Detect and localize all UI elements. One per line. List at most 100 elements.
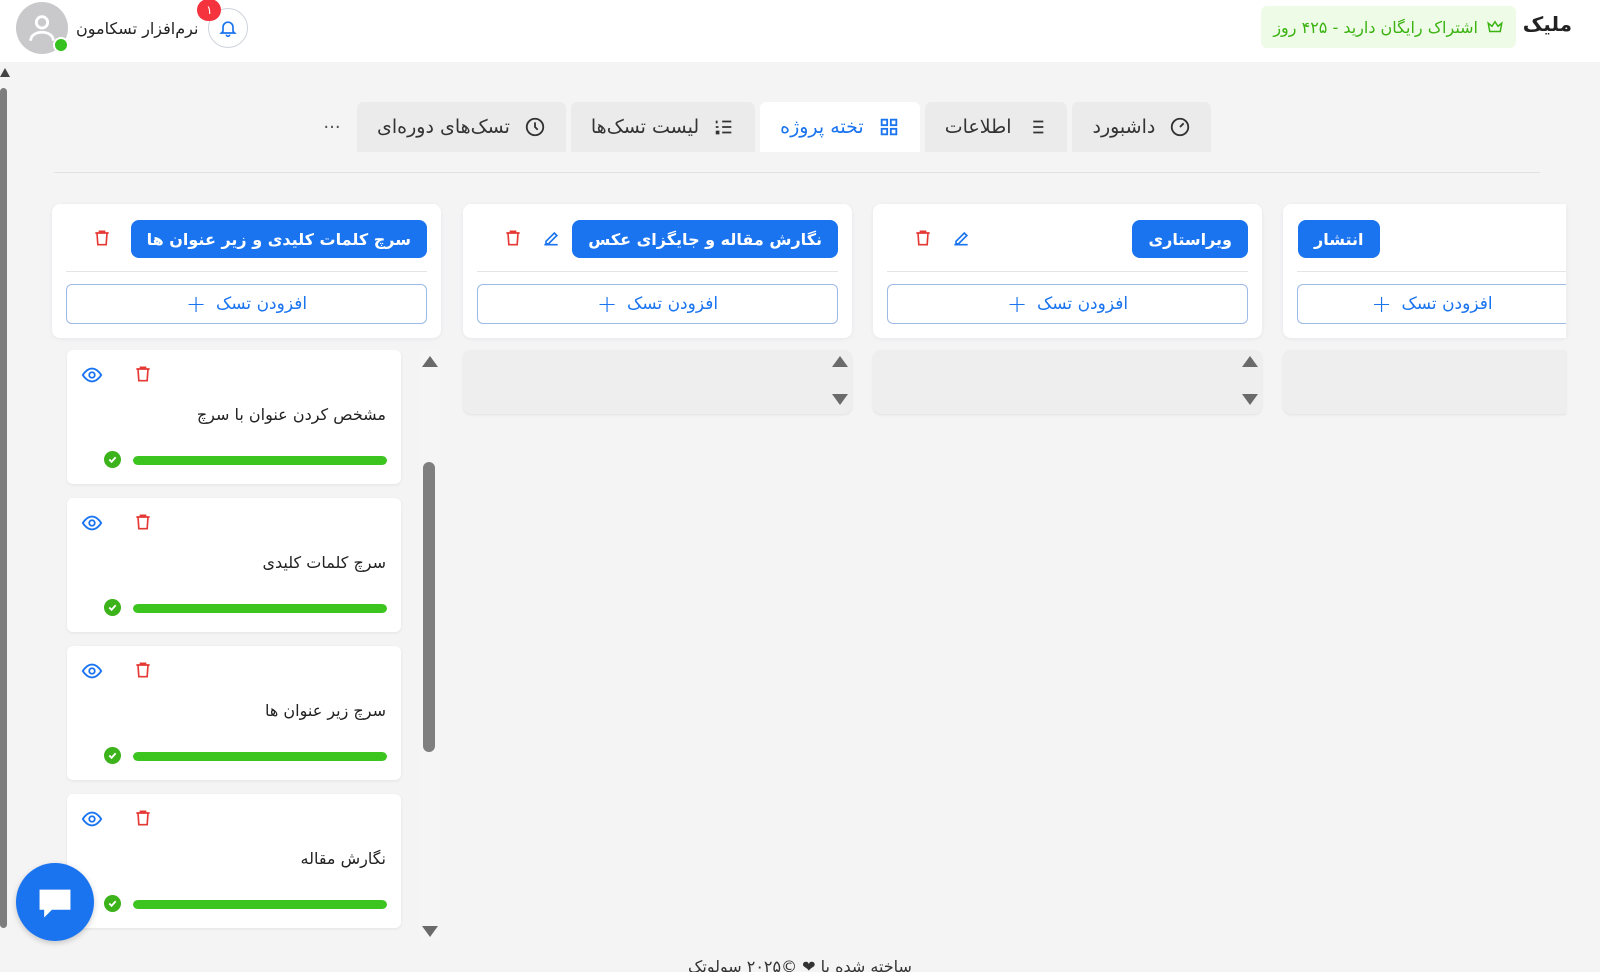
- scroll-up-arrow[interactable]: [422, 356, 438, 367]
- task-title: مشخص کردن عنوان با سرچ: [196, 405, 386, 424]
- add-task-button[interactable]: افزودن تسک +: [887, 284, 1248, 324]
- add-task-label: افزودن تسک: [216, 294, 308, 314]
- column-divider: [887, 271, 1248, 272]
- eye-icon[interactable]: [81, 808, 103, 830]
- task-card[interactable]: نگارش مقاله: [67, 794, 401, 928]
- board-column: ویراستاری افزودن تسک +: [873, 204, 1262, 338]
- scroll-down-arrow[interactable]: [1242, 394, 1258, 405]
- tab-project-board[interactable]: تخته پروژه: [760, 102, 920, 152]
- check-circle-icon: [104, 599, 121, 616]
- list-icon: [1029, 120, 1044, 134]
- column-title: انتشار: [1298, 220, 1380, 258]
- eye-icon[interactable]: [81, 660, 103, 682]
- tab-recurring-tasks[interactable]: تسک‌های دوره‌ای: [357, 102, 566, 152]
- column-divider: [1297, 271, 1566, 272]
- subscription-text: اشتراک رایگان دارید - ۴۲۵ روز: [1273, 17, 1478, 37]
- add-task-label: افزودن تسک: [627, 294, 719, 314]
- board-column: سرچ کلمات کلیدی و زیر عنوان ها افزودن تس…: [52, 204, 441, 338]
- avatar[interactable]: [16, 2, 69, 54]
- column-actions: [913, 228, 971, 248]
- bell-icon: [219, 21, 238, 38]
- progress-fill: [133, 604, 387, 613]
- column-task-area: [873, 350, 1262, 414]
- edit-column-icon[interactable]: [951, 228, 971, 248]
- trash-icon[interactable]: [133, 660, 153, 680]
- board-column: انتشار افزودن تسک +: [1283, 204, 1566, 338]
- check-circle-icon: [104, 895, 121, 912]
- tab-info[interactable]: اطلاعات: [924, 102, 1068, 152]
- tab-label: تسک‌های دوره‌ای: [377, 116, 510, 138]
- scroll-down-arrow[interactable]: [422, 926, 438, 937]
- page-scrollbar[interactable]: [0, 88, 7, 928]
- tab-label: داشبورد: [1092, 116, 1156, 138]
- chat-bubble-icon: [39, 889, 71, 918]
- delete-column-icon[interactable]: [503, 228, 523, 248]
- progress-fill: [133, 752, 387, 761]
- check-circle-icon: [104, 747, 121, 764]
- tab-label: اطلاعات: [944, 116, 1012, 138]
- top-header: ملیک اشتراک رایگان دارید - ۴۲۵ روز نرم‌ا…: [0, 0, 1600, 62]
- progress-fill: [133, 456, 387, 465]
- tabs-divider: [54, 172, 1540, 173]
- footer-credits: ساخته شده با ❤ ©۲۰۲۵ سولوتک: [688, 957, 912, 972]
- task-progress-bar: [133, 604, 387, 613]
- task-card[interactable]: مشخص کردن عنوان با سرچ: [67, 350, 401, 484]
- subscription-badge[interactable]: اشتراک رایگان دارید - ۴۲۵ روز: [1261, 6, 1516, 48]
- user-name: نرم‌افزار تسکامون: [76, 18, 199, 38]
- column-task-area: [463, 350, 852, 414]
- eye-icon[interactable]: [81, 364, 103, 386]
- scroll-down-arrow[interactable]: [832, 394, 848, 405]
- column-actions: [503, 228, 561, 248]
- add-task-button[interactable]: افزودن تسک +: [1297, 284, 1566, 324]
- crown-icon: [1487, 20, 1503, 33]
- gauge-icon: [1171, 117, 1190, 137]
- plus-icon: +: [1371, 290, 1392, 318]
- page-scroll-up-arrow[interactable]: [0, 68, 10, 77]
- trash-icon[interactable]: [133, 512, 153, 532]
- tab-dashboard[interactable]: داشبورد: [1072, 102, 1212, 152]
- chat-support-button[interactable]: [16, 863, 94, 941]
- grid-icon: [880, 118, 897, 136]
- progress-fill: [133, 900, 387, 909]
- edit-column-icon[interactable]: [541, 228, 561, 248]
- plus-icon: +: [185, 290, 207, 318]
- column-title: نگارش مقاله و جایگزای عکس: [572, 220, 838, 258]
- online-status-dot: [53, 37, 69, 53]
- trash-icon[interactable]: [133, 808, 153, 828]
- trash-icon[interactable]: [133, 364, 153, 384]
- task-card[interactable]: سرچ کلمات کلیدی: [67, 498, 401, 632]
- delete-column-icon[interactable]: [92, 228, 112, 248]
- plus-icon: +: [1006, 290, 1028, 318]
- tab-label: لیست تسک‌ها: [590, 116, 700, 138]
- notifications-button[interactable]: ۱: [197, 0, 249, 48]
- check-circle-icon: [104, 451, 121, 468]
- add-task-button[interactable]: افزودن تسک +: [66, 284, 427, 324]
- column-title: ویراستاری: [1132, 220, 1248, 258]
- scroll-up-arrow[interactable]: [1242, 356, 1258, 367]
- add-task-label: افزودن تسک: [1037, 294, 1129, 314]
- plus-icon: +: [596, 290, 618, 318]
- tab-task-list[interactable]: لیست تسک‌ها: [570, 102, 756, 152]
- delete-column-icon[interactable]: [913, 228, 933, 248]
- add-task-label: افزودن تسک: [1401, 294, 1493, 314]
- column-divider: [66, 271, 427, 272]
- column-title: سرچ کلمات کلیدی و زیر عنوان ها: [130, 220, 427, 258]
- eye-icon[interactable]: [81, 512, 103, 534]
- task-scrollbar[interactable]: [419, 350, 441, 942]
- task-progress-bar: [133, 900, 387, 909]
- column-task-area: [1283, 350, 1566, 414]
- task-title: سرچ کلمات کلیدی: [262, 553, 387, 572]
- brand-name: ملیک: [1522, 12, 1572, 36]
- add-task-button[interactable]: افزودن تسک +: [477, 284, 838, 324]
- task-title: نگارش مقاله: [300, 849, 387, 868]
- list-numbered-icon: [715, 120, 732, 135]
- column-task-area: مشخص کردن عنوان با سرچ سرچ کلمات کلیدی س…: [52, 350, 441, 942]
- more-tabs-button[interactable]: ···: [312, 102, 352, 152]
- board-column: نگارش مقاله و جایگزای عکس افزودن تسک +: [463, 204, 852, 338]
- task-progress-bar: [133, 752, 387, 761]
- scroll-up-arrow[interactable]: [832, 356, 848, 367]
- scrollbar-thumb[interactable]: [423, 462, 435, 752]
- task-card[interactable]: سرچ زیر عنوان ها: [67, 646, 401, 780]
- column-divider: [477, 271, 838, 272]
- user-menu[interactable]: نرم‌افزار تسکامون ۱: [16, 0, 249, 54]
